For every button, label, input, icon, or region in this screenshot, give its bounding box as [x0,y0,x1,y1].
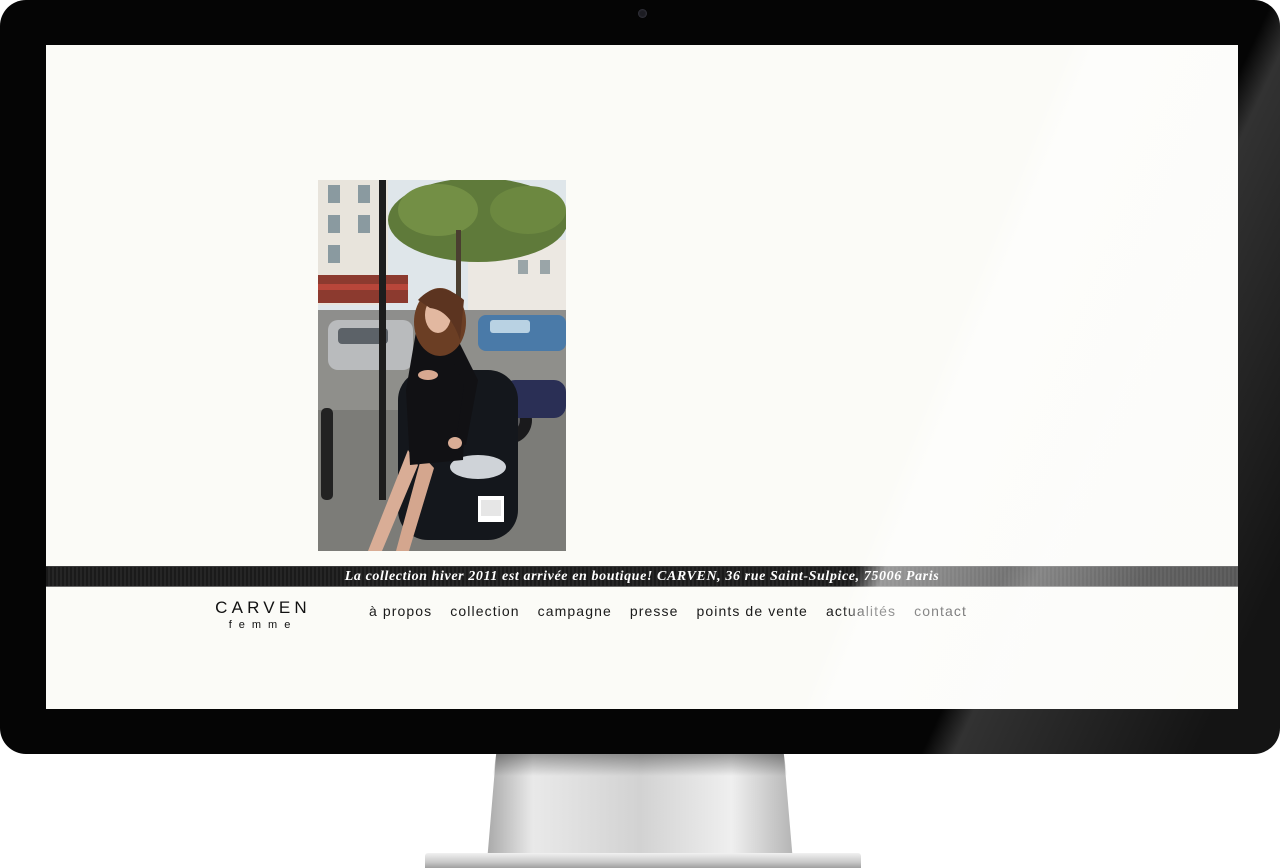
ticker-text: La collection hiver 2011 est arrivée en … [344,569,940,584]
carven-logo[interactable]: CARVEN femme [190,598,336,634]
logo-brand: CARVEN [215,598,311,617]
main-nav: à propos collection campagne presse poin… [369,601,967,621]
monitor-bezel: La collection hiver 2011 est arrivée en … [0,0,1280,754]
nav-item-a-propos[interactable]: à propos [369,601,432,621]
announcement-ticker: La collection hiver 2011 est arrivée en … [46,566,1238,587]
nav-item-presse[interactable]: presse [630,601,679,621]
nav-item-actualites[interactable]: actualités [826,601,896,621]
nav-item-points-de-vente[interactable]: points de vente [696,601,807,621]
monitor-mockup: La collection hiver 2011 est arrivée en … [0,0,1280,868]
monitor-stand-base [425,853,861,868]
nav-item-campagne[interactable]: campagne [538,601,612,621]
monitor-stand-shadow [493,754,787,776]
nav-item-contact[interactable]: contact [914,601,967,621]
campaign-photo[interactable] [318,180,566,551]
logo-line: femme [228,619,298,631]
website-screen: La collection hiver 2011 est arrivée en … [46,45,1238,709]
webcam-icon [638,9,647,18]
nav-item-collection[interactable]: collection [450,601,519,621]
